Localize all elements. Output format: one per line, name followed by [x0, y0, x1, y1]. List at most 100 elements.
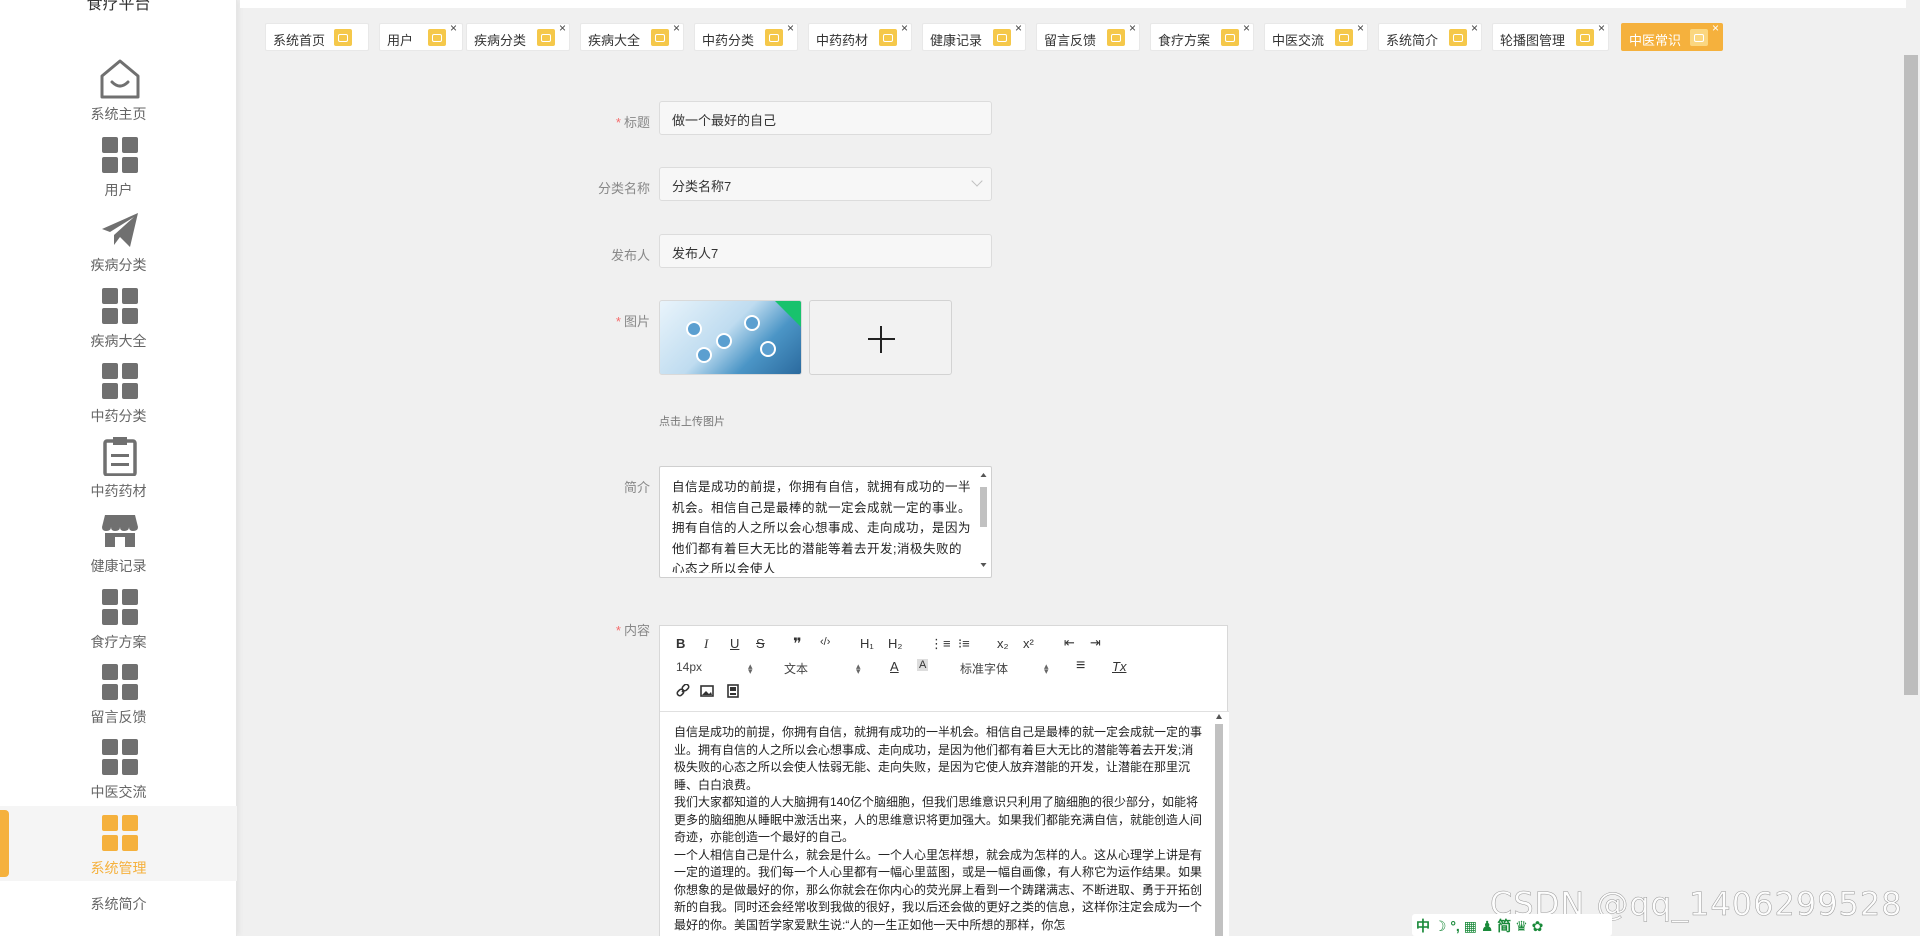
sidebar-item-system-management[interactable]: 系统管理: [0, 806, 237, 881]
tab-disease-list[interactable]: 疾病大全 ×: [580, 21, 684, 51]
sidebar-item-feedback[interactable]: 留言反馈: [0, 655, 237, 730]
summary-label: 简介: [623, 480, 650, 495]
image-icon[interactable]: [700, 684, 714, 698]
editor-toolbar: B I U S ❞ ‹/› H₁ H₂ ⋮≡ ⁝≡ x₂ x² ⇤ ⇥ 14px…: [660, 626, 1229, 712]
tab-disease-category[interactable]: 疾病分类 ×: [466, 21, 570, 51]
grid-icon: [98, 661, 142, 703]
clear-format-button[interactable]: Tx: [1112, 659, 1126, 674]
store-icon: [98, 510, 142, 552]
strikethrough-button[interactable]: S: [756, 636, 765, 651]
editor-content-area[interactable]: 自信是成功的前提，你拥有自信，就拥有成功的一半机会。相信自己是最棒的就一定会成就…: [660, 712, 1229, 936]
title-label: * 标题: [615, 115, 650, 130]
close-icon[interactable]: ×: [1357, 21, 1364, 35]
close-icon[interactable]: ×: [1243, 21, 1250, 35]
underline-button[interactable]: U: [730, 636, 739, 651]
outdent-button[interactable]: ⇤: [1064, 635, 1075, 651]
sidebar-item-herb-category[interactable]: 中药分类: [0, 354, 237, 429]
top-header-strip: [240, 0, 1906, 8]
sidebar-item-disease-category[interactable]: 疾病分类: [0, 203, 237, 278]
grid-icon: [98, 285, 142, 327]
sidebar: 食疗平台 系统主页 用户 疾病分类 疾病大全 中药分类 中药药材 健康记录 食疗…: [0, 0, 237, 936]
rich-text-editor: B I U S ❞ ‹/› H₁ H₂ ⋮≡ ⁝≡ x₂ x² ⇤ ⇥ 14px…: [659, 625, 1229, 936]
indent-button[interactable]: ⇥: [1090, 635, 1101, 651]
uploaded-image-thumbnail[interactable]: [659, 300, 802, 375]
subscript-button[interactable]: x₂: [997, 636, 1009, 651]
category-select[interactable]: 分类名称7: [659, 167, 992, 201]
tab-herb-category[interactable]: 中药分类 ×: [694, 21, 798, 51]
grid-icon: [98, 812, 142, 854]
tab-icon: [1335, 29, 1353, 46]
font-color-button[interactable]: A: [890, 659, 899, 674]
heading1-button[interactable]: H₁: [860, 636, 874, 651]
close-icon[interactable]: ×: [450, 21, 457, 35]
text-type-select[interactable]: 文本 ▴ ▾: [784, 660, 864, 677]
close-icon[interactable]: ×: [787, 21, 794, 35]
tab-tcm-knowledge[interactable]: 中医常识 ×: [1621, 21, 1723, 51]
sidebar-item-diet-plan[interactable]: 食疗方案: [0, 580, 237, 655]
upload-hint: 点击上传图片: [659, 416, 725, 428]
close-icon[interactable]: ×: [1598, 21, 1605, 35]
bold-button[interactable]: B: [676, 636, 685, 651]
tab-health-records[interactable]: 健康记录 ×: [922, 21, 1026, 51]
video-icon[interactable]: [726, 684, 740, 698]
sidebar-item-home[interactable]: 系统主页: [0, 52, 237, 127]
sidebar-item-tcm-forum[interactable]: 中医交流: [0, 730, 237, 805]
sidebar-item-health-records[interactable]: 健康记录: [0, 504, 237, 579]
close-icon[interactable]: ×: [1129, 21, 1136, 35]
bullet-list-button[interactable]: ⁝≡: [958, 636, 970, 652]
editor-scrollbar[interactable]: [1213, 712, 1225, 936]
summary-scrollbar[interactable]: [978, 471, 989, 569]
heading2-button[interactable]: H₂: [888, 636, 902, 651]
tab-carousel-management[interactable]: 轮播图管理 ×: [1492, 21, 1609, 51]
title-input[interactable]: 做一个最好的自己: [659, 101, 992, 135]
sidebar-item-users[interactable]: 用户: [0, 128, 237, 203]
upload-image-button[interactable]: [809, 300, 952, 375]
link-icon[interactable]: [676, 684, 690, 698]
sidebar-item-label: 留言反馈: [90, 709, 147, 725]
tab-icon: [1576, 29, 1594, 46]
tab-herbs[interactable]: 中药药材 ×: [808, 21, 912, 51]
tab-home[interactable]: 系统首页: [265, 23, 369, 51]
close-icon[interactable]: ×: [901, 21, 908, 35]
grid-icon: [98, 736, 142, 778]
ordered-list-button[interactable]: ⋮≡: [930, 636, 951, 652]
ime-toolbar[interactable]: 中 ☽ °, ▦ ♟ 简 ♛ ✿: [1412, 914, 1612, 936]
chevron-down-icon: [971, 175, 983, 187]
summary-textarea[interactable]: 自信是成功的前提，你拥有自信，就拥有成功的一半机会。相信自己是最棒的就一定会成就…: [659, 466, 992, 578]
italic-button[interactable]: I: [704, 636, 708, 652]
tab-icon: [765, 29, 783, 46]
grid-icon: [98, 586, 142, 628]
tab-icon: [1221, 29, 1239, 46]
sidebar-item-herbs[interactable]: 中药药材: [0, 429, 237, 504]
tab-users[interactable]: 用户 ×: [379, 21, 463, 51]
tab-icon: [993, 29, 1011, 46]
sidebar-item-label: 疾病大全: [90, 333, 147, 349]
close-icon[interactable]: ×: [1471, 21, 1478, 35]
tab-icon: [1690, 29, 1708, 46]
sidebar-item-disease-list[interactable]: 疾病大全: [0, 279, 237, 354]
tab-icon: [1107, 29, 1125, 46]
font-family-select[interactable]: 标准字体 ▴ ▾: [960, 660, 1050, 677]
page-scrollbar[interactable]: [1904, 55, 1918, 695]
align-button[interactable]: ≡: [1076, 657, 1085, 675]
tab-icon: [879, 29, 897, 46]
content-label: * 内容: [615, 623, 650, 638]
close-icon[interactable]: ×: [1015, 21, 1022, 35]
tab-system-intro[interactable]: 系统简介 ×: [1378, 21, 1482, 51]
close-icon[interactable]: ×: [1712, 21, 1719, 35]
tab-tcm-forum[interactable]: 中医交流 ×: [1264, 21, 1368, 51]
close-icon[interactable]: ×: [673, 21, 680, 35]
font-size-select[interactable]: 14px ▴ ▾: [676, 660, 756, 676]
quote-button[interactable]: ❞: [793, 634, 802, 654]
sidebar-item-system-intro[interactable]: 系统简介: [0, 881, 237, 936]
tab-feedback[interactable]: 留言反馈 ×: [1036, 21, 1140, 51]
tab-icon: [428, 29, 446, 46]
superscript-button[interactable]: x²: [1023, 636, 1034, 651]
publisher-label: 发布人: [610, 248, 650, 263]
code-button[interactable]: ‹/›: [820, 636, 830, 648]
close-icon[interactable]: ×: [559, 21, 566, 35]
tab-diet-plan[interactable]: 食疗方案 ×: [1150, 21, 1254, 51]
publisher-input[interactable]: 发布人7: [659, 234, 992, 268]
grid-icon: [98, 360, 142, 402]
background-color-button[interactable]: A: [917, 659, 929, 671]
